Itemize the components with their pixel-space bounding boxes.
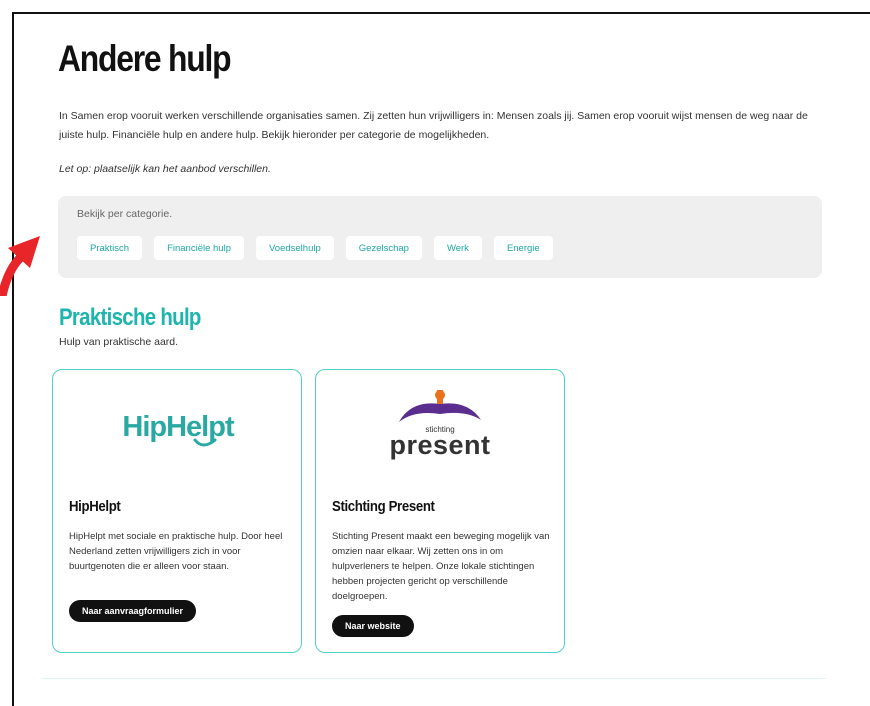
request-form-button[interactable]: Naar aanvraagformulier xyxy=(69,600,197,622)
category-chip-voedselhulp[interactable]: Voedselhulp xyxy=(255,236,334,260)
category-chips: Praktisch Financiële hulp Voedselhulp Ge… xyxy=(77,236,553,260)
present-logo-text: present xyxy=(389,430,490,460)
category-label: Bekijk per categorie. xyxy=(77,208,173,220)
website-button[interactable]: Naar website xyxy=(332,615,414,637)
intro-text: In Samen erop vooruit werken verschillen… xyxy=(59,110,808,141)
present-logo: stichting present xyxy=(316,370,564,490)
section-subtitle: Hulp van praktische aard. xyxy=(59,336,179,348)
red-arrow-annotation xyxy=(0,236,40,296)
section-divider xyxy=(42,678,826,679)
card-description: Stichting Present maakt een beweging mog… xyxy=(332,531,550,602)
category-chip-energie[interactable]: Energie xyxy=(493,236,553,260)
category-chip-gezelschap[interactable]: Gezelschap xyxy=(345,236,422,260)
category-chip-financiele-hulp[interactable]: Financiële hulp xyxy=(154,236,244,260)
category-chip-praktisch[interactable]: Praktisch xyxy=(77,236,143,260)
hiphelpt-logo-icon: HipHelpt xyxy=(122,411,236,447)
present-logo-icon: stichting present xyxy=(389,390,490,460)
category-filter-box: Bekijk per categorie. Praktisch Financië… xyxy=(58,196,822,278)
card-description: HipHelpt met sociale en praktische hulp.… xyxy=(69,531,283,572)
card-stichting-present: stichting present Stichting Present Stic… xyxy=(315,369,565,653)
page-title: Andere hulp xyxy=(58,38,232,79)
hiphelpt-logo-text: HipHelpt xyxy=(122,411,235,443)
card-title: HipHelpt xyxy=(69,498,121,515)
section-title: Praktische hulp xyxy=(59,304,201,331)
card-title: Stichting Present xyxy=(332,498,435,515)
category-chip-werk[interactable]: Werk xyxy=(433,236,482,260)
card-hiphelpt: HipHelpt HipHelpt HipHelpt met sociale e… xyxy=(52,369,302,653)
note-text: Let op: plaatselijk kan het aanbod versc… xyxy=(59,163,271,175)
hiphelpt-logo: HipHelpt xyxy=(53,370,301,490)
